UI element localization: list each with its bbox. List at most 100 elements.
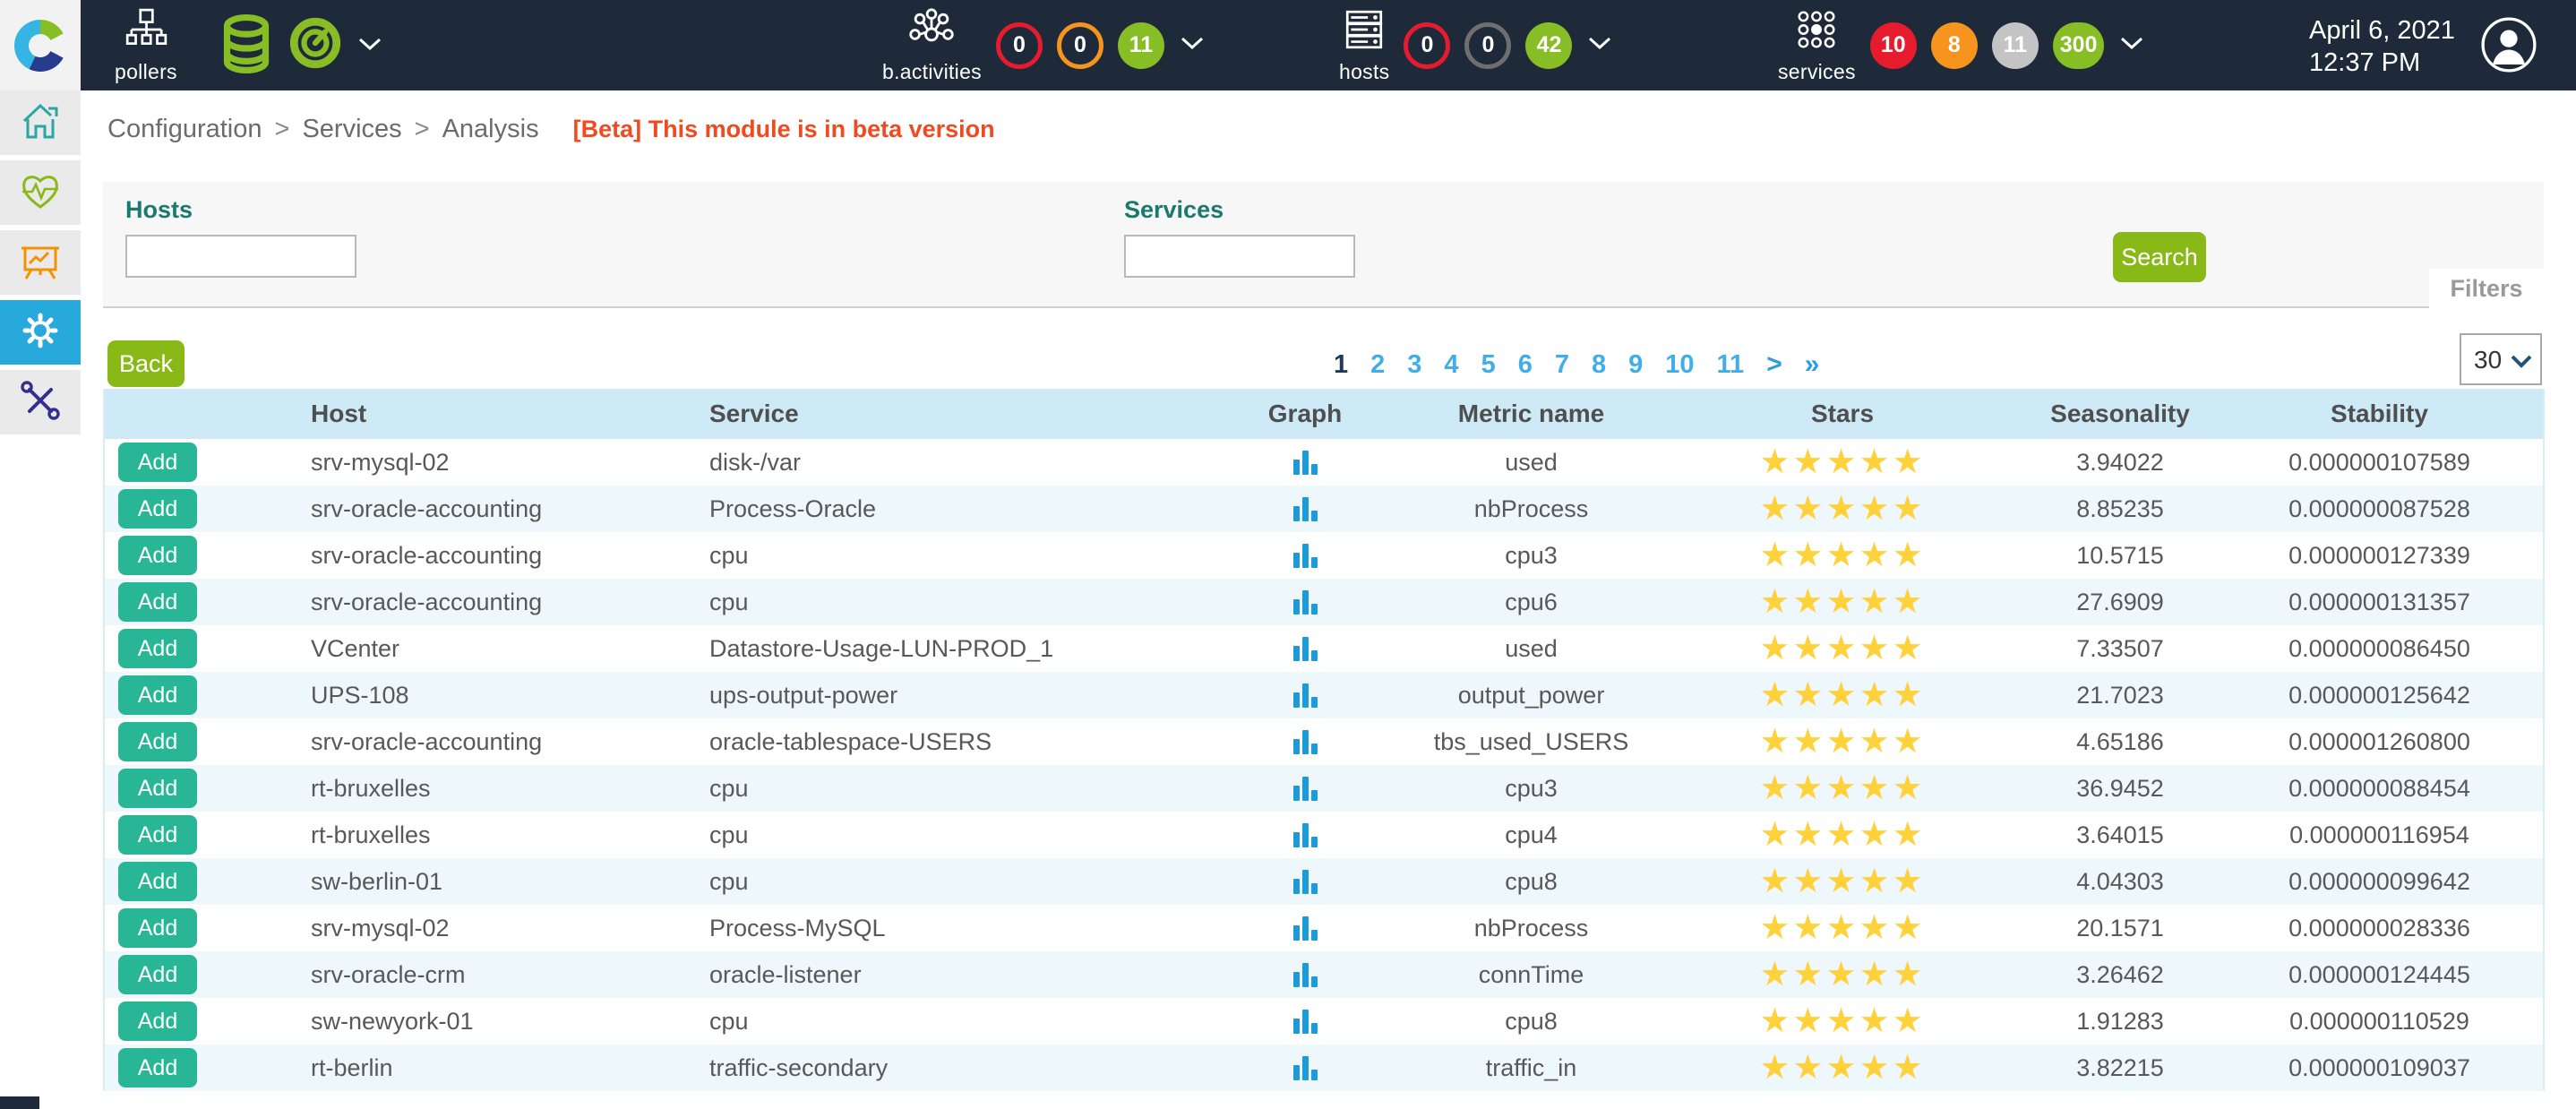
stars-cell: ★★★★★ [1659, 725, 2026, 759]
hosts-down-badge[interactable]: 0 [1404, 22, 1450, 69]
pagination-page-2[interactable]: 2 [1370, 350, 1385, 380]
latency-gauge-icon[interactable] [288, 16, 342, 74]
graph-cell [1206, 1055, 1404, 1080]
add-button[interactable]: Add [118, 722, 197, 761]
centreon-logo[interactable] [0, 0, 81, 90]
service-cell: cpu [669, 821, 1206, 849]
graph-icon[interactable] [1293, 589, 1318, 615]
graph-icon[interactable] [1293, 869, 1318, 894]
add-button[interactable]: Add [118, 815, 197, 855]
services-ok-badge[interactable]: 300 [2053, 22, 2105, 69]
table-row: Add srv-mysql-02 Process-MySQL nbProcess… [105, 905, 2543, 951]
hosts-menu[interactable]: hosts [1339, 7, 1389, 84]
pagination-page-4[interactable]: 4 [1444, 350, 1458, 380]
pagination-page-3[interactable]: 3 [1407, 350, 1421, 380]
metric-cell: cpu4 [1404, 821, 1659, 849]
pagination-page-5[interactable]: 5 [1481, 350, 1496, 380]
stability-cell: 0.000000087528 [2214, 495, 2545, 523]
column-header-metric: Metric name [1404, 400, 1659, 428]
filters-panel-toggle[interactable]: Filters [2429, 269, 2544, 308]
user-avatar-icon[interactable] [2479, 15, 2538, 79]
pagination-page-8[interactable]: 8 [1592, 350, 1606, 380]
pollers-menu[interactable]: pollers [115, 0, 177, 90]
graph-icon[interactable] [1293, 729, 1318, 754]
pagination-page-1[interactable]: 1 [1334, 350, 1348, 380]
add-button[interactable]: Add [118, 1048, 197, 1088]
add-button[interactable]: Add [118, 1002, 197, 1041]
sidebar-item-administration[interactable] [0, 370, 81, 434]
sidebar-item-monitoring[interactable] [0, 160, 81, 225]
graph-icon[interactable] [1293, 1009, 1318, 1034]
host-cell: rt-berlin [203, 1054, 669, 1082]
page-size-select[interactable]: 30 [2461, 335, 2540, 383]
star-rating: ★★★★★ [1759, 492, 1925, 526]
bam-menu[interactable]: b.activities [882, 7, 982, 84]
back-button[interactable]: Back [107, 340, 185, 387]
add-button[interactable]: Add [118, 536, 197, 575]
pagination-page-6[interactable]: 6 [1518, 350, 1533, 380]
hosts-unreachable-badge[interactable]: 0 [1464, 22, 1511, 69]
database-icon[interactable] [220, 14, 272, 78]
hosts-chevron-icon[interactable] [1586, 33, 1613, 57]
graph-icon[interactable] [1293, 636, 1318, 661]
add-button[interactable]: Add [118, 955, 197, 994]
services-warning-badge[interactable]: 8 [1931, 22, 1978, 69]
graph-icon[interactable] [1293, 543, 1318, 568]
host-cell: VCenter [203, 635, 669, 663]
pagination-page-10[interactable]: 10 [1665, 350, 1694, 380]
seasonality-cell: 36.9452 [2026, 775, 2214, 803]
add-button[interactable]: Add [118, 675, 197, 715]
graph-cell [1206, 962, 1404, 987]
stability-cell: 0.000000109037 [2214, 1054, 2545, 1082]
graph-icon[interactable] [1293, 683, 1318, 708]
services-filter-input[interactable] [1124, 235, 1355, 278]
services-critical-badge[interactable]: 10 [1870, 22, 1917, 69]
add-button[interactable]: Add [118, 582, 197, 622]
graph-icon[interactable] [1293, 962, 1318, 987]
services-chevron-icon[interactable] [2118, 33, 2145, 57]
column-header-service: Service [669, 400, 1206, 428]
breadcrumb-services[interactable]: Services [302, 115, 401, 144]
pagination-page-9[interactable]: 9 [1628, 350, 1643, 380]
bam-critical-badge[interactable]: 0 [996, 22, 1043, 69]
add-button[interactable]: Add [118, 908, 197, 948]
hosts-filter-input[interactable] [125, 235, 356, 278]
bam-warning-badge[interactable]: 0 [1057, 22, 1103, 69]
pagination-last-icon[interactable]: » [1805, 349, 1820, 380]
services-unknown-badge[interactable]: 11 [1992, 22, 2039, 69]
breadcrumb-analysis[interactable]: Analysis [442, 115, 539, 144]
pagination-page-11[interactable]: 11 [1717, 350, 1745, 380]
bam-chevron-icon[interactable] [1179, 33, 1206, 57]
graph-icon[interactable] [1293, 776, 1318, 801]
graph-icon[interactable] [1293, 822, 1318, 847]
graph-icon[interactable] [1293, 916, 1318, 941]
pollers-chevron-icon[interactable] [356, 34, 383, 58]
graph-icon[interactable] [1293, 496, 1318, 521]
host-cell: srv-mysql-02 [203, 915, 669, 942]
breadcrumb-configuration[interactable]: Configuration [107, 115, 262, 144]
pagination-next-icon[interactable]: > [1766, 349, 1782, 380]
sidebar-item-configuration[interactable] [0, 300, 81, 365]
breadcrumb: Configuration > Services > Analysis [Bet… [107, 115, 2576, 144]
pagination-page-7[interactable]: 7 [1555, 350, 1569, 380]
add-button[interactable]: Add [118, 443, 197, 482]
add-button[interactable]: Add [118, 769, 197, 808]
bam-ok-badge[interactable]: 11 [1118, 22, 1164, 69]
add-button[interactable]: Add [118, 489, 197, 529]
add-button[interactable]: Add [118, 862, 197, 901]
current-date: April 6, 2021 [2309, 14, 2455, 47]
sidebar-item-home[interactable] [0, 90, 81, 155]
metric-cell: cpu8 [1404, 1008, 1659, 1036]
table-row: Add rt-berlin traffic-secondary traffic_… [105, 1045, 2543, 1091]
graph-icon[interactable] [1293, 450, 1318, 475]
sidebar-item-reporting[interactable] [0, 230, 81, 295]
graph-icon[interactable] [1293, 1055, 1318, 1080]
stars-cell: ★★★★★ [1659, 864, 2026, 898]
hosts-up-badge[interactable]: 42 [1525, 22, 1572, 69]
star-rating: ★★★★★ [1759, 725, 1925, 759]
stability-cell: 0.000001260800 [2214, 728, 2545, 756]
services-menu[interactable]: services [1778, 7, 1856, 84]
services-label: services [1778, 60, 1856, 84]
add-button[interactable]: Add [118, 629, 197, 668]
search-button[interactable]: Search [2113, 232, 2206, 282]
